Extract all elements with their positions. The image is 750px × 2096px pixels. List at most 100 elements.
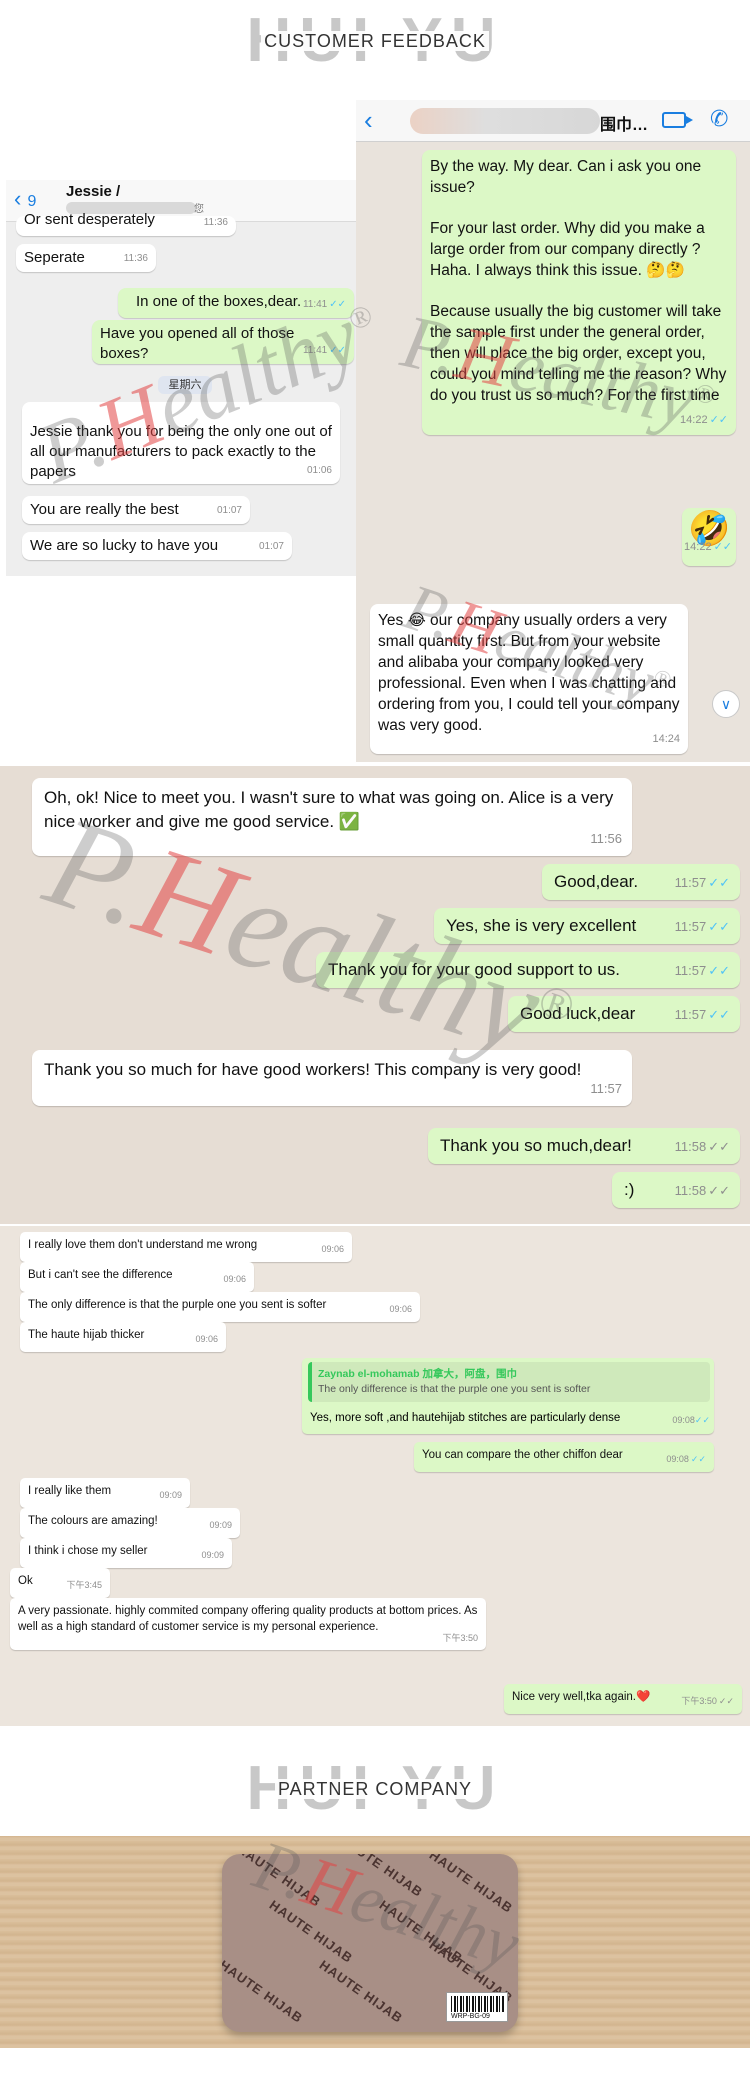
page: HUI YU CUSTOMER FEEDBACK ‹ 围巾… ✆ By the …	[0, 0, 750, 2096]
message-bubble: The colours are amazing! 09:09	[20, 1508, 240, 1538]
quoted-author: Zaynab el-mohamab 加拿大，阿盘，围巾	[318, 1368, 517, 1380]
message-text: Nice very well,tka again.❤️	[512, 1691, 651, 1703]
heading-label: CUSTOMER FEEDBACK	[261, 31, 489, 51]
message-text: I really love them don't understand me w…	[28, 1239, 258, 1251]
barcode-icon	[451, 1996, 505, 2012]
message-time: 09:09	[159, 1490, 182, 1500]
message-time: 09:06	[389, 1304, 412, 1314]
back-button[interactable]: ‹ 9	[14, 186, 36, 212]
message-time: 11:57 ✓✓	[674, 919, 730, 934]
message-time: 11:36	[123, 253, 148, 264]
chat-screenshot-d: I really love them don't understand me w…	[0, 1226, 750, 1726]
message-bubble: Thank you for your good support to us. 1…	[316, 952, 740, 988]
message-body: Yes, more soft ,and hautehijab stitches …	[310, 1412, 710, 1426]
partner-product-photo: HAUTE HIJAB HAUTE HIJAB HAUTE HIJAB HAUT…	[0, 1836, 750, 2048]
bag-print-text: HAUTE HIJAB	[426, 1854, 516, 1916]
message-bubble: The only difference is that the purple o…	[20, 1292, 420, 1322]
message-text: For your last order. Why did you make a …	[430, 220, 705, 279]
message-text: You can compare the other chiffon dear	[422, 1449, 623, 1461]
day-separator: 星期六	[158, 376, 212, 394]
message-text: A very passionate. highly commited compa…	[18, 1605, 478, 1633]
read-ticks-icon: ✓✓	[329, 299, 346, 310]
message-time: 14:22 ✓✓	[684, 541, 732, 553]
message-text: Because usually the big customer will ta…	[430, 303, 727, 404]
message-text: Thank you so much for have good workers!…	[44, 1060, 582, 1079]
chevron-left-icon[interactable]: ‹	[364, 106, 373, 134]
message-bubble: :) 11:58 ✓✓	[612, 1172, 740, 1208]
chat-screenshot-a: ‹ 围巾… ✆ By the way. My dear. Can i ask y…	[356, 100, 750, 762]
message-time: 下午3:45	[66, 1580, 102, 1590]
read-ticks-icon: ✓✓	[708, 1183, 730, 1198]
message-text: Oh, ok! Nice to meet you. I wasn't sure …	[44, 788, 614, 831]
video-call-icon[interactable]	[662, 112, 693, 128]
read-ticks-icon: ✓✓	[713, 541, 732, 553]
message-text: I really like them	[28, 1485, 112, 1497]
read-ticks-icon: ✓✓	[709, 414, 728, 426]
message-text: The only difference is that the purple o…	[28, 1299, 327, 1311]
contact-name[interactable]: 围巾…	[600, 111, 648, 135]
chat-screenshot-b: ‹ 9 Jessie / 您 Or sent desperately 11:36…	[6, 180, 356, 576]
message-bubble: I think i chose my seller 09:09	[20, 1538, 232, 1568]
message-text: The colours are amazing!	[28, 1515, 158, 1527]
message-bubble: Seperate 11:36	[16, 244, 156, 272]
message-time: 01:06	[306, 465, 332, 476]
quoted-text: The only difference is that the purple o…	[318, 1383, 591, 1395]
message-bubble: By the way. My dear. Can i ask you one i…	[422, 150, 736, 435]
message-bubble: Have you opened all of those boxes? 11:4…	[92, 320, 354, 364]
message-bubble: Or sent desperately 11:36	[16, 211, 236, 236]
message-bubble: Thank you so much for have good workers!…	[32, 1050, 632, 1106]
message-time: 14:22 ✓✓	[680, 414, 728, 426]
message-time: 11:57	[590, 1081, 622, 1096]
product-bag: HAUTE HIJAB HAUTE HIJAB HAUTE HIJAB HAUT…	[222, 1854, 518, 2032]
message-bubble: Good luck,dear 11:57 ✓✓	[508, 996, 740, 1032]
chat-header: ‹ 围巾… ✆	[356, 100, 750, 142]
message-time: 01:07	[216, 505, 242, 516]
message-time: 11:58 ✓✓	[674, 1139, 730, 1154]
message-text: But i can't see the difference	[28, 1269, 173, 1281]
message-bubble: Yes 😂 our company usually orders a very …	[370, 604, 688, 754]
message-bubble: We are so lucky to have you 01:07	[22, 532, 292, 560]
read-ticks-icon: ✓✓	[708, 963, 730, 978]
quoted-message[interactable]: Zaynab el-mohamab 加拿大，阿盘，围巾 The only dif…	[308, 1362, 710, 1402]
message-time: 09:08✓✓	[666, 1454, 706, 1464]
message-time: 09:06	[321, 1244, 344, 1254]
message-text: Thank you for your good support to us.	[328, 960, 621, 979]
read-ticks-icon: ✓✓	[690, 1454, 706, 1464]
read-ticks-icon: ✓✓	[708, 1139, 730, 1154]
bag-print-text: HAUTE HIJAB	[222, 1957, 306, 2026]
message-text: Or sent desperately	[24, 211, 155, 228]
message-time: 11:57 ✓✓	[674, 1007, 730, 1022]
message-time: 11:57 ✓✓	[674, 963, 730, 978]
message-text: You are really the best	[30, 501, 179, 518]
message-bubble: But i can't see the difference 09:06	[20, 1262, 254, 1292]
chat-screenshot-c: Oh, ok! Nice to meet you. I wasn't sure …	[0, 766, 750, 1224]
chevron-left-icon: ‹	[14, 186, 22, 211]
message-time: 11:58 ✓✓	[674, 1183, 730, 1198]
message-text: Yes, more soft ,and hautehijab stitches …	[310, 1412, 621, 1424]
message-time: 09:08✓✓	[672, 1415, 710, 1425]
message-time: 下午3:50 ✓✓	[681, 1696, 734, 1706]
phone-icon[interactable]: ✆	[710, 106, 728, 132]
message-time: 09:09	[201, 1550, 224, 1560]
partner-company-heading: HUI YU PARTNER COMPANY	[0, 1754, 750, 1824]
message-time: 01:07	[258, 541, 284, 552]
blurred-contact	[410, 108, 600, 134]
barcode-number: WRP-BG-09	[451, 2013, 490, 2020]
heading-label: PARTNER COMPANY	[274, 1779, 476, 1799]
message-bubble: You can compare the other chiffon dear 09…	[414, 1442, 714, 1472]
bag-print-text: HAUTE HIJAB	[316, 1957, 406, 2026]
message-time: 09:09	[209, 1520, 232, 1530]
message-bubble: In one of the boxes,dear. 11:41 ✓✓	[118, 288, 354, 318]
read-ticks-icon: ✓✓	[694, 1415, 710, 1425]
message-bubble: Good,dear. 11:57 ✓✓	[542, 864, 740, 900]
scroll-down-icon[interactable]: ∨	[712, 690, 740, 718]
customer-feedback-heading: HUI YU CUSTOMER FEEDBACK	[0, 6, 750, 76]
read-ticks-icon: ✓✓	[708, 919, 730, 934]
message-time: 11:41 ✓✓	[302, 299, 346, 310]
read-ticks-icon: ✓✓	[329, 345, 346, 356]
message-bubble: Ok 下午3:45	[10, 1568, 110, 1598]
message-time: 11:41 ✓✓	[302, 345, 346, 356]
message-bubble: I really like them 09:09	[20, 1478, 190, 1508]
read-ticks-icon: ✓✓	[708, 875, 730, 890]
message-bubble: I really love them don't understand me w…	[20, 1232, 352, 1262]
